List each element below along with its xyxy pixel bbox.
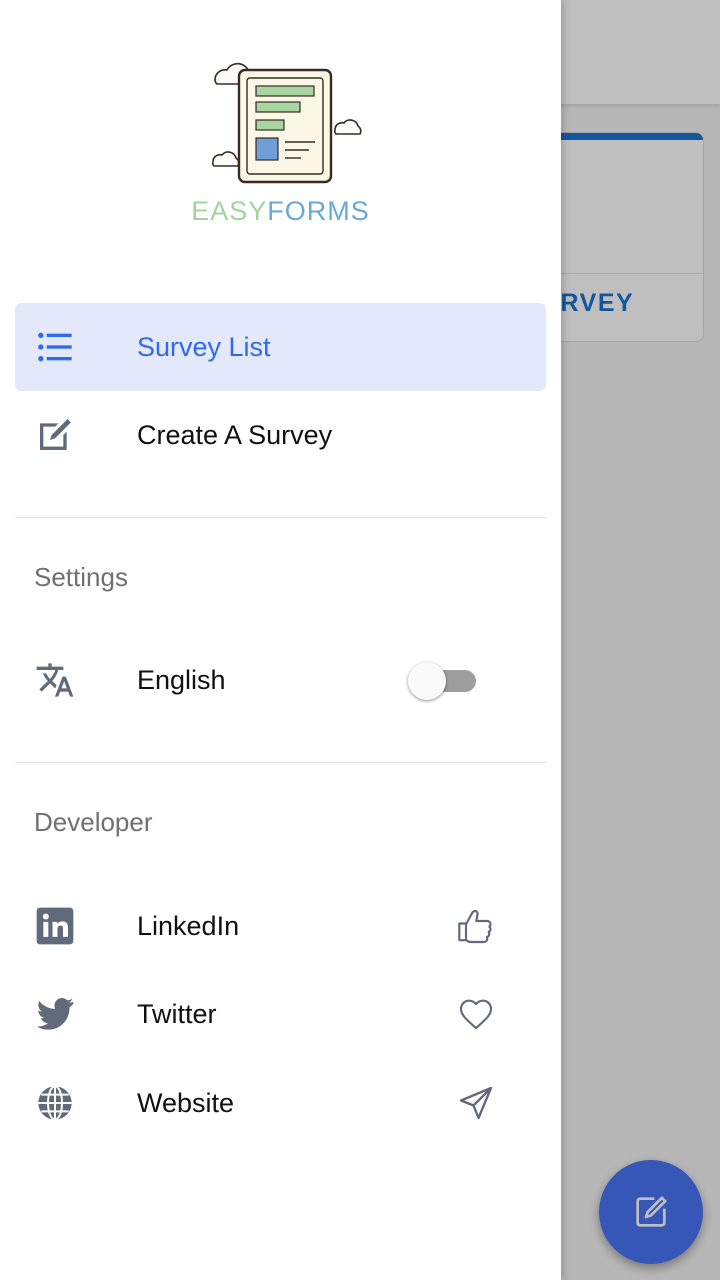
app-name: EASYFORMS xyxy=(0,196,561,227)
divider xyxy=(15,517,546,518)
twitter-icon xyxy=(36,998,74,1030)
settings-section-title: Settings xyxy=(34,562,128,592)
toggle-thumb xyxy=(408,662,446,700)
linkedin-icon xyxy=(36,907,74,945)
list-icon xyxy=(38,332,72,362)
nav-create-survey-label: Create A Survey xyxy=(137,420,333,450)
twitter-label: Twitter xyxy=(137,999,217,1029)
app-name-easy: EASY xyxy=(191,196,268,226)
divider xyxy=(15,762,546,763)
edit-icon xyxy=(40,419,71,450)
thumbs-up-icon[interactable] xyxy=(456,906,496,946)
heart-icon[interactable] xyxy=(456,994,496,1034)
send-icon[interactable] xyxy=(456,1083,496,1123)
nav-survey-list[interactable]: Survey List xyxy=(15,303,546,391)
navigation-drawer: EASYFORMS Survey List Create A Survey Se… xyxy=(0,0,561,1280)
app-name-forms: FORMS xyxy=(267,196,370,226)
website-label: Website xyxy=(137,1088,235,1118)
nav-create-survey[interactable]: Create A Survey xyxy=(15,391,546,479)
developer-section-title: Developer xyxy=(34,807,153,837)
globe-icon xyxy=(38,1085,72,1121)
language-label: English xyxy=(137,665,226,695)
linkedin-label: LinkedIn xyxy=(137,911,240,941)
nav-survey-list-label: Survey List xyxy=(137,332,271,362)
language-toggle[interactable] xyxy=(408,662,480,700)
translate-icon xyxy=(36,663,74,697)
